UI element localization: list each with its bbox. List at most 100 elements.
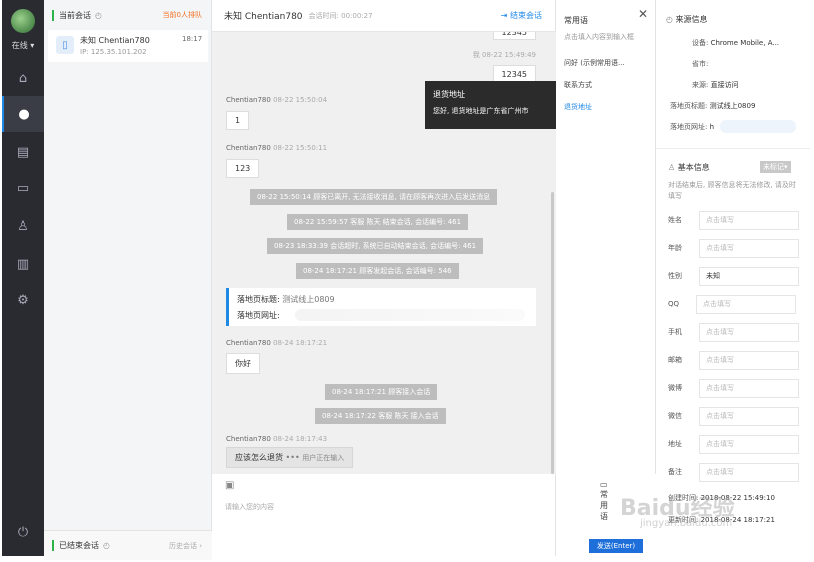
field-label: 微博 (668, 384, 682, 392)
tag-dropdown[interactable]: 未标记▾ (760, 161, 791, 173)
gender-select[interactable]: 未知 (699, 266, 799, 286)
lp-title-value: 测试线上0809 (709, 102, 756, 110)
current-sessions-label: 当前会话 (59, 10, 91, 20)
mobile-icon: ▯ (56, 36, 74, 54)
device-label: 设备: (692, 39, 709, 47)
session-item[interactable]: ▯ 未知 Chentian780 18:17 IP: 125.35.101.20… (48, 30, 208, 62)
field-address: 地址 点击填写 (668, 433, 808, 455)
blurred-url (295, 309, 525, 321)
name-input[interactable]: 点击填写 (699, 210, 799, 230)
phrases-hint: 点击填入内容到输入框 (564, 33, 634, 41)
qq-input[interactable]: 点击填写 (696, 294, 797, 314)
message-input[interactable]: 请输入您的内容 (225, 502, 525, 512)
watermark-url: jingyan.baidu.com (640, 518, 733, 529)
field-label: 微信 (668, 412, 682, 420)
typing-bubble: 应该怎么退货 ••• 用户正在输入 (226, 447, 354, 468)
history-label: 历史会话 (168, 541, 197, 550)
field-wechat: 微信 点击填写 (668, 405, 808, 427)
ended-sessions-header[interactable]: 已结束会话 ◴ 历史会话 › (44, 530, 212, 560)
clock-icon: ◴ (103, 541, 110, 550)
sender-name: Chentian780 (226, 144, 271, 152)
online-status[interactable]: 在线 ▾ (2, 40, 44, 51)
chat-duration: 会话时间: 00:00:27 (308, 11, 373, 20)
phrases-label: 常用语 (600, 490, 608, 521)
send-button[interactable]: 发送(Enter) (589, 539, 643, 553)
note-input[interactable]: 点击填写 (699, 462, 799, 482)
message-time: 08-24 18:17:21 (273, 339, 328, 347)
field-label: 地址 (668, 440, 682, 448)
message-time: 08-22 15:50:11 (273, 144, 328, 152)
device-value: Chrome Mobile, A... (710, 39, 780, 47)
phrase-icon: ▭ (600, 480, 608, 489)
chat-scrollbar[interactable] (551, 192, 554, 474)
system-message: 08-24 18:17:21 顾客接入会话 (325, 384, 438, 400)
message-meta: 我 08-22 15:49:49 (472, 51, 536, 59)
system-message: 08-22 15:59:57 客服 陈天 结束会话, 会话编号: 461 (287, 214, 469, 230)
tooltip-title: 退货地址 (433, 90, 465, 99)
phrases-button[interactable]: ▭ 常用语 (600, 480, 608, 522)
phone-input[interactable]: 点击填写 (699, 322, 799, 342)
phrase-tooltip: 退货地址 您好, 退货地址是广东省广州市 (425, 81, 557, 129)
stats-icon[interactable]: ▥ (2, 246, 44, 282)
agent-avatar[interactable] (11, 9, 35, 33)
settings-icon[interactable]: ⚙ (2, 282, 44, 318)
info-note: 对话结束后, 顾客信息将无法修改, 请及时填写 (668, 181, 796, 200)
province-label: 省市: (692, 60, 709, 68)
lp-url-label: 落地页网址: (670, 123, 708, 131)
clock-icon: ◴ (95, 10, 102, 20)
phrases-title: 常用语 (564, 16, 588, 25)
age-input[interactable]: 点击填写 (699, 238, 799, 258)
typing-indicator: 用户正在输入 (302, 454, 345, 462)
phrase-item[interactable]: 问好 (示例常用语... (564, 58, 625, 68)
user-icon[interactable]: ♙ (2, 208, 44, 244)
queue-count: 当前0人排队 (162, 11, 202, 19)
phrase-item[interactable]: 退货地址 (564, 102, 592, 112)
sender-name: Chentian780 (226, 339, 271, 347)
address-input[interactable]: 点击填写 (699, 434, 799, 454)
session-ip: IP: 125.35.101.202 (80, 48, 147, 56)
field-label: 备注 (668, 468, 682, 476)
system-message: 08-22 15:50:14 顾客已离开, 无法接收消息, 请在顾客再次进入后发… (250, 189, 498, 205)
weibo-input[interactable]: 点击填写 (699, 378, 799, 398)
image-icon[interactable]: ▣ (225, 480, 234, 491)
system-message: 08-23 18:33:39 会话超时, 系统已自动结束会话, 会话编号: 46… (267, 238, 484, 254)
source-title: 来源信息 (675, 15, 708, 24)
wechat-input[interactable]: 点击填写 (699, 406, 799, 426)
chat-title: 未知 Chentian780 (224, 12, 303, 22)
field-label: 性别 (668, 272, 682, 280)
end-session-button[interactable]: ⇥ 结束会话 (501, 10, 542, 21)
user-add-icon: ♙ (668, 163, 676, 172)
system-message: 08-24 18:17:21 顾客发起会话, 会话编号: 546 (296, 263, 459, 279)
field-label: 年龄 (668, 244, 682, 252)
message-time: 08-24 18:17:43 (273, 435, 328, 443)
message-bubble: 你好 (226, 353, 260, 374)
field-label: 手机 (668, 328, 682, 336)
blurred-url (720, 120, 796, 133)
current-sessions-header: 当前会话 ◴ 当前0人排队 (44, 0, 212, 30)
phrase-item[interactable]: 联系方式 (564, 80, 592, 90)
ended-sessions-label: 已结束会话 (59, 541, 99, 550)
home-icon[interactable]: ⌂ (2, 60, 44, 96)
message-bubble: 1 (226, 111, 250, 130)
message-time: 08-22 15:50:04 (273, 96, 328, 104)
message-bubble: 12345 (492, 32, 536, 40)
close-icon[interactable]: ✕ (638, 7, 648, 21)
dashboard-icon[interactable]: ▤ (2, 134, 44, 170)
field-name: 姓名 点击填写 (668, 209, 808, 231)
source-value: 直接访问 (710, 81, 739, 89)
lp-title-label: 落地页标题: (670, 102, 708, 110)
lp-title-label: 落地页标题: (237, 295, 280, 304)
sender-name: Chentian780 (226, 435, 271, 443)
field-weibo: 微博 点击填写 (668, 377, 808, 399)
chat-header: 未知 Chentian780 会话时间: 00:00:27 ⇥ 结束会话 (212, 0, 556, 32)
field-gender: 性别 未知 (668, 265, 808, 287)
field-note: 备注 点击填写 (668, 461, 808, 483)
sender-name: Chentian780 (226, 96, 271, 104)
document-icon[interactable]: ▭ (2, 170, 44, 206)
power-icon[interactable]: ⏻ (2, 514, 44, 550)
end-session-label: 结束会话 (510, 11, 542, 20)
history-link[interactable]: 历史会话 › (169, 541, 202, 551)
status-label: 在线 (11, 41, 28, 50)
email-input[interactable]: 点击填写 (699, 350, 799, 370)
chat-icon[interactable]: ● (2, 96, 44, 132)
